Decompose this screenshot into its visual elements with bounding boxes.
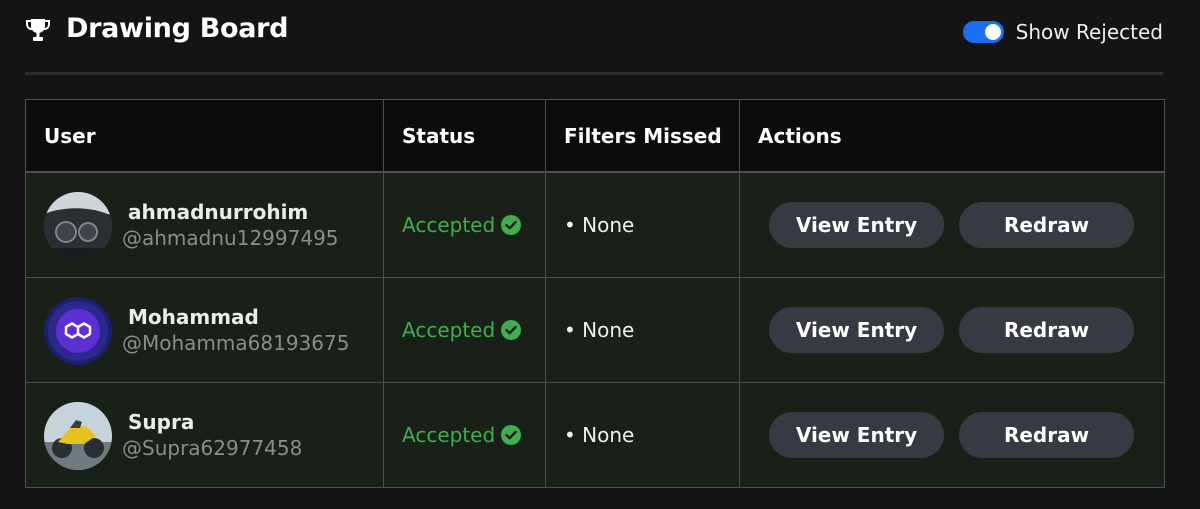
status-cell: Accepted [383,382,546,488]
avatar-polygon-logo-image [44,297,112,365]
page-title: Drawing Board [66,13,289,44]
filters-missed-cell: • None [545,277,740,383]
entries-table: User Status Filters Missed Actions ahmad… [25,99,1165,488]
column-header-user: User [25,99,384,173]
toggle-knob [984,24,1001,40]
column-header-actions: Actions [739,99,1165,173]
avatar[interactable] [44,402,112,470]
user-cell: Mohammad @Mohamma68193675 [25,277,384,383]
show-rejected-toggle[interactable] [962,21,1004,43]
check-circle-icon [501,320,522,340]
redraw-button[interactable]: Redraw [959,412,1134,458]
filters-missed-value: • None [564,318,635,342]
avatar-car-dashboard-image [44,192,112,260]
actions-cell: View Entry Redraw [739,171,1165,278]
header-divider [25,72,1163,75]
avatar[interactable] [44,192,112,260]
table-header-row: User Status Filters Missed Actions [25,99,1165,173]
user-handle[interactable]: @ahmadnu12997495 [122,225,339,251]
actions-cell: View Entry Redraw [739,277,1165,383]
status-text: Accepted [402,213,496,237]
filters-missed-cell: • None [545,382,740,488]
redraw-button[interactable]: Redraw [959,202,1134,248]
user-cell: ahmadnurrohim @ahmadnu12997495 [25,171,384,278]
trophy-icon [26,19,50,41]
show-rejected-label: Show Rejected [1015,20,1163,44]
actions-cell: View Entry Redraw [739,382,1165,488]
user-handle[interactable]: @Mohamma68193675 [122,330,349,356]
table-row: Supra @Supra62977458 Accepted • None Vie… [25,382,1165,488]
user-handle[interactable]: @Supra62977458 [122,435,302,461]
status-text: Accepted [402,423,496,447]
redraw-button[interactable]: Redraw [959,307,1134,353]
user-display-name: Supra [128,410,195,434]
check-circle-icon [501,215,522,235]
avatar[interactable] [44,297,112,365]
table-row: ahmadnurrohim @ahmadnu12997495 Accepted [25,171,1165,278]
status-cell: Accepted [383,277,546,383]
user-cell: Supra @Supra62977458 [25,382,384,488]
view-entry-button[interactable]: View Entry [769,307,944,353]
avatar-motorcycle-image [44,402,112,470]
table-row: Mohammad @Mohamma68193675 Accepted • Non… [25,277,1165,383]
drawing-board-page: Drawing Board Show Rejected User Status … [0,0,1200,509]
user-display-name: ahmadnurrohim [128,200,309,224]
check-circle-icon [501,425,522,445]
header: Drawing Board Show Rejected [25,0,1163,62]
column-header-status: Status [383,99,546,173]
user-display-name: Mohammad [128,305,259,329]
show-rejected-toggle-group[interactable]: Show Rejected [962,19,1163,45]
filters-missed-value: • None [564,213,635,237]
view-entry-button[interactable]: View Entry [769,412,944,458]
view-entry-button[interactable]: View Entry [769,202,944,248]
column-header-filters-missed: Filters Missed [545,99,740,173]
status-text: Accepted [402,318,496,342]
filters-missed-cell: • None [545,171,740,278]
status-cell: Accepted [383,171,546,278]
filters-missed-value: • None [564,423,635,447]
